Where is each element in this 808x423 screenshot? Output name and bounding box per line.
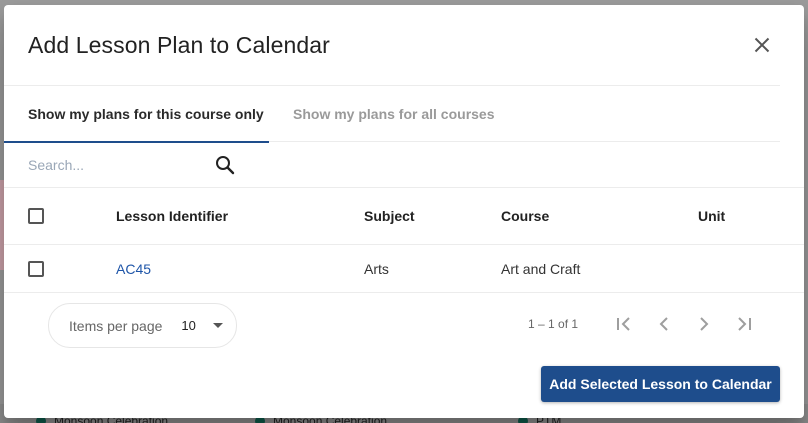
- items-per-page-select[interactable]: 10: [181, 318, 223, 333]
- tab-this-course[interactable]: Show my plans for this course only: [4, 86, 269, 143]
- first-page-icon: [617, 317, 630, 331]
- tab-label: Show my plans for all courses: [293, 106, 495, 122]
- column-header-lesson-identifier[interactable]: Lesson Identifier: [116, 208, 228, 224]
- column-header-course[interactable]: Course: [501, 208, 549, 224]
- column-header-subject[interactable]: Subject: [364, 208, 415, 224]
- last-page-button[interactable]: [732, 312, 756, 336]
- page-range-label: 1 – 1 of 1: [528, 317, 579, 331]
- table-row: AC45 Arts Art and Craft: [4, 245, 804, 293]
- tab-bar: Show my plans for this course only Show …: [4, 86, 780, 143]
- lesson-table: Lesson Identifier Subject Course Unit AC…: [4, 188, 804, 293]
- tab-all-courses[interactable]: Show my plans for all courses: [269, 86, 534, 142]
- table-header-row: Lesson Identifier Subject Course Unit: [4, 188, 804, 245]
- next-page-button[interactable]: [692, 312, 716, 336]
- previous-page-button[interactable]: [652, 312, 676, 336]
- select-all-checkbox[interactable]: [28, 208, 44, 224]
- close-icon: [754, 37, 770, 53]
- first-page-button[interactable]: [612, 312, 636, 336]
- dialog-header: Add Lesson Plan to Calendar: [4, 5, 804, 85]
- last-page-icon: [738, 317, 751, 331]
- search-input[interactable]: [28, 156, 208, 173]
- search-icon[interactable]: [214, 154, 236, 176]
- items-per-page: Items per page 10: [48, 303, 237, 348]
- dialog-title: Add Lesson Plan to Calendar: [28, 31, 330, 58]
- items-per-page-value: 10: [181, 318, 196, 333]
- row-checkbox[interactable]: [28, 260, 44, 277]
- items-per-page-label: Items per page: [69, 317, 163, 334]
- add-lesson-plan-dialog: Add Lesson Plan to Calendar Show my plan…: [4, 5, 804, 418]
- course-cell: Art and Craft: [501, 260, 581, 277]
- paginator: Items per page 10 1 – 1 of 1: [4, 293, 804, 357]
- search-bar: [4, 142, 804, 188]
- subject-cell: Arts: [364, 260, 389, 277]
- add-selected-lesson-button[interactable]: Add Selected Lesson to Calendar: [541, 366, 780, 402]
- close-button[interactable]: [750, 33, 774, 57]
- column-header-unit[interactable]: Unit: [698, 208, 725, 224]
- chevron-left-icon: [659, 317, 668, 331]
- lesson-identifier-link[interactable]: AC45: [116, 261, 151, 277]
- dropdown-caret-icon: [212, 323, 223, 328]
- chevron-right-icon: [700, 317, 709, 331]
- tab-label: Show my plans for this course only: [28, 106, 264, 122]
